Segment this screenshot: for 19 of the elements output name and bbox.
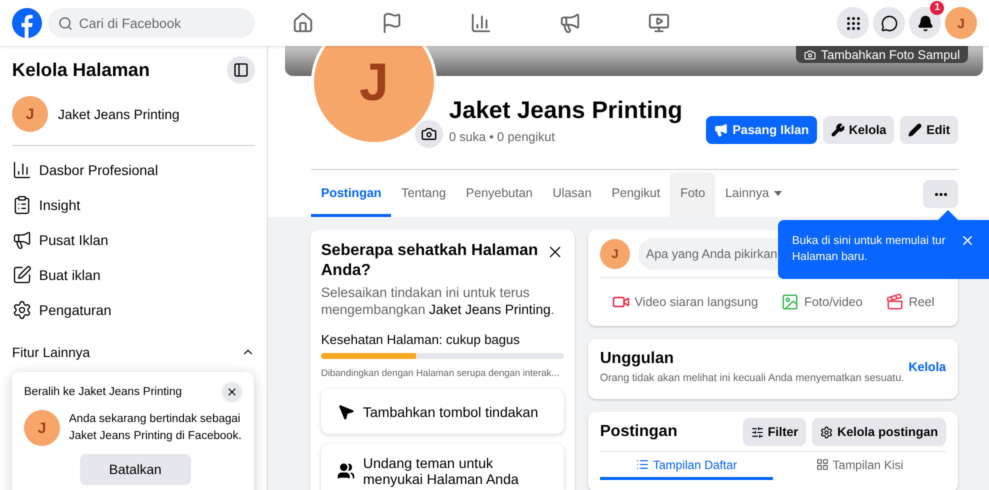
page-stats: 0 suka • 0 pengikut <box>449 130 556 144</box>
health-note: Dibandingkan dengan Halaman serupa dengan interak... <box>321 368 560 379</box>
health-status: Kesehatan Halaman: cukup bagus <box>321 332 521 347</box>
notification-badge: 1 <box>930 1 944 15</box>
sidebar-title: Kelola Halaman <box>12 59 150 81</box>
page-title: Jaket Jeans Printing <box>449 97 682 125</box>
card-title: Seberapa sehatkah Halaman Anda? <box>321 241 539 281</box>
tooltip-text: Buka di sini untuk memulai tur Halaman baru. <box>792 234 946 265</box>
page-avatar: J <box>600 239 630 269</box>
page-avatar: J <box>12 96 48 132</box>
card-subtitle: Selesaikan tindakan ini untuk terus mengembangkan Jaket Jeans Printing. <box>321 284 556 318</box>
page-avatar: J <box>24 410 60 446</box>
profile-avatar: J <box>311 46 437 145</box>
section-title: Unggulan <box>600 349 675 369</box>
section-title: Postingan <box>600 422 678 442</box>
section-title: Fitur Lainnya <box>12 344 90 360</box>
popup-message: Anda sekarang bertindak sebagai Jaket Jeans Printing di Facebook. <box>69 412 242 444</box>
popup-title: Beralih ke Jaket Jeans Printing <box>24 384 182 400</box>
section-note: Orang tidak akan melihat ini kecuali Anda menyematkan sesuatu. <box>600 372 904 384</box>
